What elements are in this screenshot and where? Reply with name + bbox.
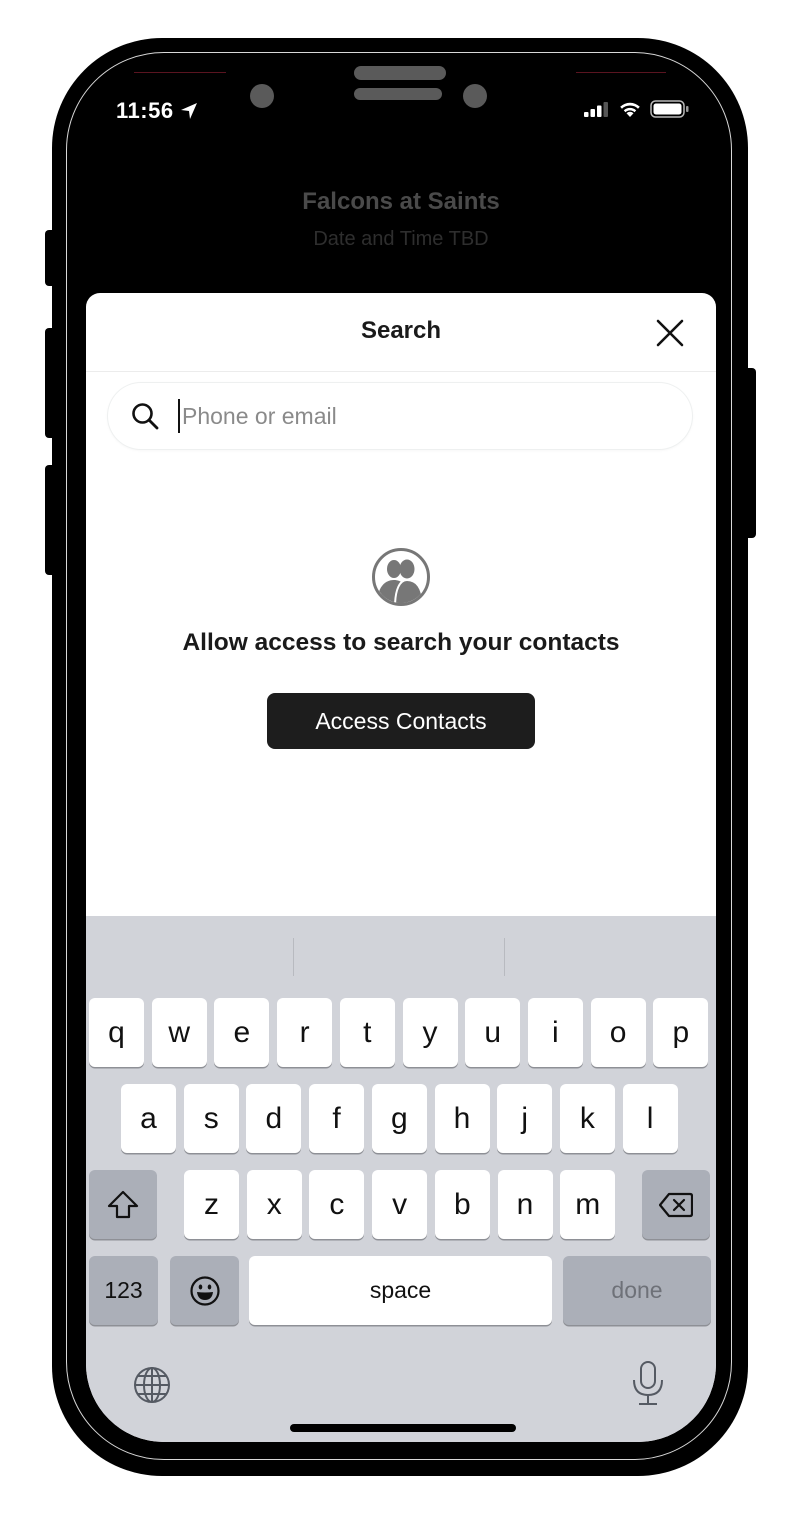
key-e[interactable]: e [214, 998, 270, 1067]
notch-accent-left [134, 72, 226, 73]
key-i[interactable]: i [527, 998, 583, 1067]
key-p[interactable]: p [653, 998, 709, 1067]
status-icons [584, 100, 690, 118]
event-subtitle: Date and Time TBD [313, 228, 489, 250]
key-j[interactable]: j [497, 1084, 553, 1153]
key-q[interactable]: q [89, 998, 144, 1067]
home-indicator[interactable] [290, 1424, 516, 1432]
backspace-key[interactable] [642, 1170, 710, 1239]
key-t[interactable]: t [339, 998, 395, 1067]
shift-key[interactable] [89, 1170, 157, 1239]
screen: 11:56 Falcons at Saints Date and Time TB… [86, 56, 716, 1442]
access-contacts-button[interactable]: Access Contacts [267, 693, 535, 749]
contacts-icon [372, 548, 430, 606]
proximity-sensor [463, 84, 487, 108]
key-n[interactable]: n [497, 1170, 553, 1239]
space-key[interactable]: space [249, 1256, 552, 1325]
location-arrow-icon [180, 103, 197, 119]
key-a[interactable]: a [121, 1084, 176, 1153]
key-v[interactable]: v [372, 1170, 428, 1239]
speaker-grille [354, 66, 446, 80]
search-field[interactable] [108, 383, 692, 449]
suggestion-divider [293, 938, 294, 976]
key-s[interactable]: s [183, 1084, 239, 1153]
key-r[interactable]: r [277, 998, 333, 1067]
sheet-header: Search [86, 293, 716, 372]
event-title: Falcons at Saints [302, 188, 500, 215]
emoji-icon [189, 1275, 220, 1306]
key-g[interactable]: g [371, 1084, 427, 1153]
sheet-title: Search [360, 317, 442, 344]
key-o[interactable]: o [590, 998, 646, 1067]
key-d[interactable]: d [246, 1084, 302, 1153]
close-icon [656, 319, 684, 347]
shift-icon [107, 1190, 139, 1218]
search-input[interactable] [180, 401, 664, 431]
numbers-key[interactable]: 123 [89, 1256, 158, 1325]
done-key[interactable]: done [563, 1256, 711, 1325]
backspace-icon [659, 1192, 693, 1217]
wifi-icon [620, 102, 640, 117]
battery-icon [650, 100, 689, 118]
key-h[interactable]: h [434, 1084, 490, 1153]
close-button[interactable] [654, 317, 686, 349]
cellular-signal-icon [584, 102, 608, 117]
emoji-key[interactable] [170, 1256, 239, 1325]
speaker-grille-lower [354, 88, 442, 100]
key-x[interactable]: x [246, 1170, 302, 1239]
suggestion-divider [504, 938, 505, 976]
globe-icon[interactable] [132, 1365, 172, 1405]
status-time: 11:56 [116, 98, 198, 124]
front-camera [250, 84, 274, 108]
notch-accent-right [576, 72, 666, 73]
keyboard: qwertyuiop asdfghjkl zxcvbnm 123 space d… [86, 916, 716, 1442]
key-z[interactable]: z [184, 1170, 239, 1239]
time-label: 11:56 [116, 98, 174, 123]
key-m[interactable]: m [560, 1170, 616, 1239]
key-c[interactable]: c [309, 1170, 365, 1239]
key-f[interactable]: f [309, 1084, 365, 1153]
key-b[interactable]: b [434, 1170, 490, 1239]
key-k[interactable]: k [559, 1084, 615, 1153]
key-y[interactable]: y [402, 998, 458, 1067]
key-u[interactable]: u [465, 998, 521, 1067]
key-l[interactable]: l [622, 1084, 678, 1153]
key-w[interactable]: w [151, 998, 207, 1067]
microphone-icon[interactable] [630, 1360, 666, 1408]
contacts-permission-message: Allow access to search your contacts [182, 629, 620, 656]
search-icon [132, 403, 159, 430]
